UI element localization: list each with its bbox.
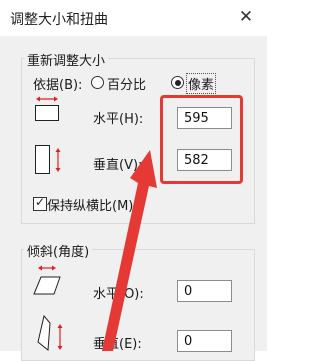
annotation-arrow [102,150,157,351]
